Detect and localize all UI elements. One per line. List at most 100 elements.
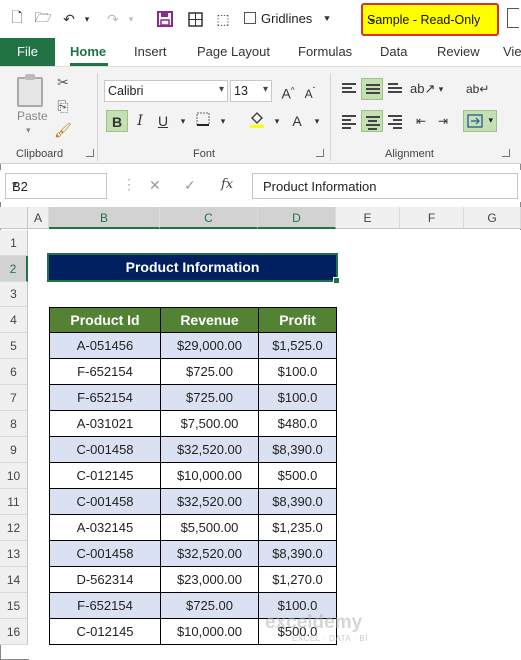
tab-data[interactable]: Data: [380, 44, 407, 59]
row-header-7[interactable]: 7: [0, 385, 28, 411]
tab-view[interactable]: Vie: [503, 44, 521, 59]
cell-product-id[interactable]: F-652154: [49, 358, 161, 385]
select-all-corner[interactable]: [0, 207, 28, 229]
customize-qat-icon[interactable]: ⯆: [318, 10, 336, 28]
row-header-16[interactable]: 16: [0, 619, 28, 645]
formula-input[interactable]: Product Information: [252, 173, 518, 199]
cut-icon[interactable]: ✂: [54, 73, 72, 91]
column-header-b[interactable]: B: [49, 207, 160, 229]
cancel-icon[interactable]: ✕: [149, 177, 161, 194]
paste-button[interactable]: Paste: [17, 109, 48, 123]
row-header-9[interactable]: 9: [0, 437, 28, 463]
italic-button[interactable]: I: [129, 110, 151, 132]
font-name-select[interactable]: Calibri ▾: [104, 80, 228, 102]
cell-product-id[interactable]: F-652154: [49, 592, 161, 619]
enter-icon[interactable]: ✓: [184, 177, 196, 194]
bold-button[interactable]: B: [106, 110, 128, 132]
ribbon-display-icon[interactable]: [507, 8, 519, 28]
row-header-1[interactable]: 1: [0, 230, 28, 256]
cell-product-id[interactable]: D-562314: [49, 566, 161, 593]
cell-product-id[interactable]: A-051456: [49, 332, 161, 359]
undo-icon[interactable]: ↶: [60, 10, 78, 28]
clipboard-launcher-icon[interactable]: [86, 149, 94, 157]
font-launcher-icon[interactable]: [316, 149, 324, 157]
merge-center-button[interactable]: ▾: [463, 110, 497, 132]
cell-profit[interactable]: $8,390.0: [258, 436, 337, 463]
tab-insert[interactable]: Insert: [134, 44, 167, 59]
column-header-e[interactable]: E: [336, 207, 400, 229]
cell-revenue[interactable]: $32,520.00: [160, 540, 259, 567]
header-revenue[interactable]: Revenue: [160, 307, 259, 333]
cell-revenue[interactable]: $5,500.00: [160, 514, 259, 541]
copy-icon[interactable]: ⎘: [54, 97, 72, 115]
header-profit[interactable]: Profit: [258, 307, 337, 333]
underline-button[interactable]: U: [152, 110, 174, 132]
row-header-14[interactable]: 14: [0, 567, 28, 593]
wrap-text-icon[interactable]: ab↵: [466, 78, 489, 100]
cell-revenue[interactable]: $10,000.00: [160, 462, 259, 489]
fill-color-icon[interactable]: [246, 110, 268, 132]
open-folder-icon[interactable]: 🗁: [34, 9, 52, 28]
save-icon[interactable]: [156, 10, 174, 28]
fill-color-dropdown-icon[interactable]: ▾: [266, 110, 288, 132]
row-header-12[interactable]: 12: [0, 515, 28, 541]
top-align-icon[interactable]: [338, 78, 360, 100]
redo-dropdown-icon[interactable]: ▾: [122, 10, 140, 28]
column-header-c[interactable]: C: [160, 207, 258, 229]
row-header-2[interactable]: 2: [0, 256, 28, 282]
font-color-dropdown-icon[interactable]: ▾: [306, 110, 328, 132]
align-center-icon[interactable]: [361, 110, 383, 132]
increase-indent-icon[interactable]: ⇥: [432, 110, 454, 132]
cell-revenue[interactable]: $32,520.00: [160, 488, 259, 515]
cell-product-id[interactable]: A-031021: [49, 410, 161, 437]
borders-icon[interactable]: [186, 10, 204, 28]
column-header-f[interactable]: F: [400, 207, 464, 229]
tab-formulas[interactable]: Formulas: [298, 44, 352, 59]
align-left-icon[interactable]: [338, 110, 360, 132]
tab-review[interactable]: Review: [437, 44, 480, 59]
cell-profit[interactable]: $1,270.0: [258, 566, 337, 593]
row-header-13[interactable]: 13: [0, 541, 28, 567]
cell-product-id[interactable]: C-012145: [49, 462, 161, 489]
tab-page-layout[interactable]: Page Layout: [197, 44, 270, 59]
borders-dropdown-icon[interactable]: ▾: [212, 110, 234, 132]
row-header-11[interactable]: 11: [0, 489, 28, 515]
cell-product-id[interactable]: C-001458: [49, 436, 161, 463]
font-color-icon[interactable]: A: [286, 110, 308, 132]
insert-function-icon[interactable]: fx: [221, 177, 233, 192]
cell-revenue[interactable]: $725.00: [160, 592, 259, 619]
title-cell-b2[interactable]: Product Information: [47, 253, 340, 284]
column-header-a[interactable]: A: [28, 207, 49, 229]
cell-profit[interactable]: $500.0: [258, 462, 337, 489]
orientation-icon[interactable]: ab↗: [410, 78, 435, 100]
row-header-4[interactable]: 4: [0, 307, 28, 333]
row-header-6[interactable]: 6: [0, 359, 28, 385]
alignment-launcher-icon[interactable]: [502, 149, 510, 157]
cell-revenue[interactable]: $23,000.00: [160, 566, 259, 593]
middle-align-icon[interactable]: [361, 78, 383, 100]
cell-profit[interactable]: $1,235.0: [258, 514, 337, 541]
cell-revenue[interactable]: $32,520.00: [160, 436, 259, 463]
paste-dropdown-icon[interactable]: ▾: [26, 125, 31, 136]
row-header-15[interactable]: 15: [0, 593, 28, 619]
cell-product-id[interactable]: A-032145: [49, 514, 161, 541]
underline-dropdown-icon[interactable]: ▾: [172, 110, 194, 132]
undo-dropdown-icon[interactable]: ▾: [78, 10, 96, 28]
workbook-title-button[interactable]: Sample - Read-Only ⌄: [361, 3, 499, 36]
cell-profit[interactable]: $100.0: [258, 384, 337, 411]
tab-file[interactable]: File: [0, 38, 55, 66]
cell-profit[interactable]: $8,390.0: [258, 540, 337, 567]
cell-profit[interactable]: $8,390.0: [258, 488, 337, 515]
paste-icon[interactable]: [17, 74, 43, 107]
redo-icon[interactable]: ↷: [104, 10, 122, 28]
gridlines-checkbox[interactable]: [244, 12, 256, 24]
cell-profit[interactable]: $480.0: [258, 410, 337, 437]
cell-product-id[interactable]: C-001458: [49, 488, 161, 515]
cell-product-id[interactable]: C-012145: [49, 618, 161, 645]
column-header-d[interactable]: D: [258, 207, 336, 229]
align-right-icon[interactable]: [384, 110, 406, 132]
row-header-10[interactable]: 10: [0, 463, 28, 489]
cell-revenue[interactable]: $725.00: [160, 384, 259, 411]
cell-revenue[interactable]: $29,000.00: [160, 332, 259, 359]
tab-home[interactable]: Home: [70, 44, 106, 59]
